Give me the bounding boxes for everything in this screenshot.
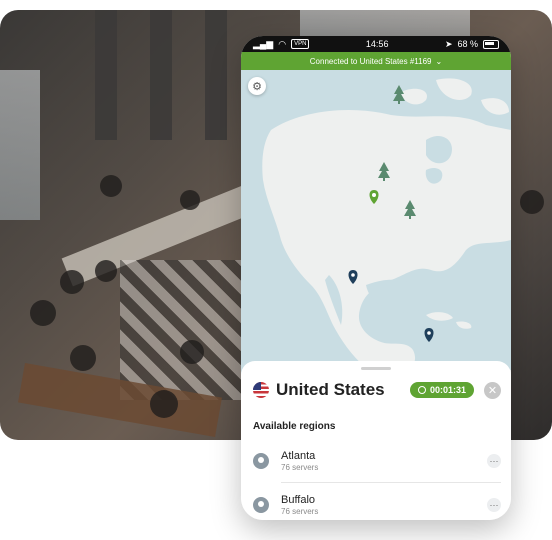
region-server-count: 76 servers [281, 463, 319, 472]
connection-banner[interactable]: Connected to United States #1169 ⌄ [241, 52, 511, 70]
power-icon [417, 386, 426, 394]
region-server-count: 76 servers [281, 507, 319, 516]
phone-mockup: ▂▄▆ ◠ VPN 14:56 ➤ 68 % Connected to Unit… [241, 36, 511, 520]
us-flag-icon [253, 382, 269, 398]
region-name: Atlanta [281, 450, 316, 462]
clock: 14:56 [365, 39, 389, 49]
arctic-island [436, 78, 472, 100]
north-america-land [262, 110, 511, 378]
server-location-pin[interactable] [424, 328, 434, 342]
location-icon: ➤ [444, 38, 453, 49]
gear-icon: ⚙ [252, 80, 262, 93]
country-name: United States [276, 380, 385, 399]
signal-icon: ▂▄▆ [253, 38, 274, 49]
battery-icon [483, 39, 499, 49]
regions-heading: Available regions [253, 421, 336, 432]
status-bar: ▂▄▆ ◠ VPN 14:56 ➤ 68 % [241, 36, 511, 52]
divider [281, 482, 501, 483]
location-pin-icon [253, 497, 269, 513]
server-map[interactable]: ⚙ [241, 70, 511, 384]
close-icon: ✕ [487, 384, 498, 397]
caribbean-island [456, 321, 472, 329]
more-options-button[interactable]: ··· [487, 454, 501, 468]
more-options-button[interactable]: ··· [487, 498, 501, 512]
arctic-island [401, 88, 427, 105]
location-pin-icon [253, 453, 269, 469]
region-item-atlanta[interactable]: Atlanta 76 servers ··· [253, 444, 501, 478]
map-canvas [249, 78, 511, 384]
timer-value: 00:01:31 [429, 385, 466, 395]
region-item-buffalo[interactable]: Buffalo 76 servers ··· [253, 488, 501, 520]
drag-handle[interactable] [361, 367, 391, 370]
region-name: Buffalo [281, 494, 316, 506]
close-button[interactable]: ✕ [484, 381, 501, 399]
gulf-of-mexico [366, 279, 427, 313]
settings-button[interactable]: ⚙ [248, 77, 266, 95]
country-header: United States 00:01:31 ✕ [253, 379, 501, 401]
lake-shape [426, 135, 452, 164]
battery-percentage: 68 % [457, 39, 478, 49]
wifi-icon: ◠ [278, 38, 287, 49]
vpn-badge: VPN [291, 39, 310, 49]
connection-status-text: Connected to United States #1169 [309, 56, 432, 66]
caribbean-island [426, 312, 453, 321]
connection-timer[interactable]: 00:01:31 [409, 382, 474, 398]
arctic-island [481, 98, 509, 115]
chevron-down-icon: ⌄ [435, 56, 443, 66]
country-sheet: United States 00:01:31 ✕ Available regio… [241, 361, 511, 520]
